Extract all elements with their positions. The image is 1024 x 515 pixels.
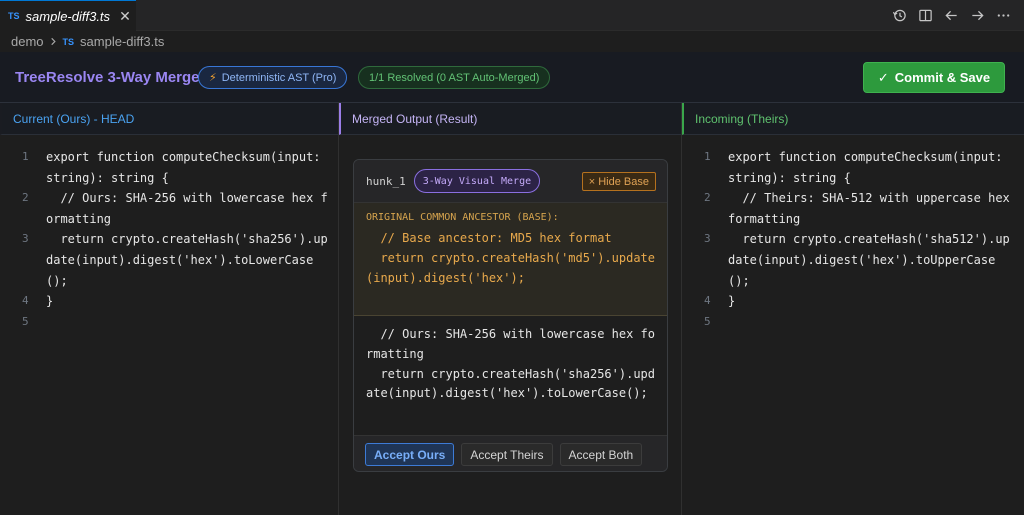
- lightning-icon: ⚡: [209, 72, 217, 84]
- pane-ours: Current (Ours) - HEAD 1 export function c…: [0, 103, 339, 515]
- pane-result-title: Merged Output (Result): [339, 103, 681, 135]
- pane-theirs: Incoming (Theirs) 1 export function compu…: [682, 103, 1024, 515]
- code-ours[interactable]: 1 export function computeChecksum(input: …: [0, 147, 338, 328]
- editor-actions: [891, 6, 1012, 25]
- breadcrumb-file[interactable]: sample-diff3.ts: [80, 34, 164, 49]
- chevron-right-icon: [49, 34, 58, 49]
- code-text: return crypto.createHash('sha512').updat…: [728, 232, 1010, 288]
- code-line: 3 return crypto.createHash('sha512').upd…: [682, 229, 1024, 291]
- accept-both-button[interactable]: Accept Both: [559, 443, 643, 466]
- accept-theirs-button[interactable]: Accept Theirs: [461, 443, 553, 466]
- commit-save-button[interactable]: ✓ Commit & Save: [863, 62, 1005, 93]
- line-number: 5: [704, 314, 711, 328]
- base-label: ORIGINAL COMMON ANCESTOR (BASE):: [366, 212, 559, 223]
- line-number: 3: [22, 232, 29, 246]
- ast-badge-label: Deterministic AST (Pro): [221, 71, 337, 84]
- code-text: export function computeChecksum(input: s…: [46, 150, 328, 185]
- base-ancestor-block: ORIGINAL COMMON ANCESTOR (BASE): // Base…: [354, 203, 667, 316]
- typescript-file-icon: TS: [8, 11, 20, 21]
- code-line: 2 // Ours: SHA-256 with lowercase hex fo…: [0, 188, 338, 229]
- more-icon[interactable]: [995, 6, 1012, 25]
- base-code-line: return crypto.createHash('md5').update(i…: [366, 250, 655, 285]
- pane-ours-title: Current (Ours) - HEAD: [0, 103, 338, 135]
- merged-code-block[interactable]: // Ours: SHA-256 with lowercase hex form…: [354, 316, 667, 436]
- code-text: }: [46, 294, 54, 309]
- tab-filename: sample-diff3.ts: [25, 8, 111, 24]
- close-tab-icon[interactable]: ✕: [119, 8, 131, 25]
- code-text: }: [728, 294, 736, 309]
- code-text: export function computeChecksum(input: s…: [728, 150, 1010, 185]
- visual-merge-badge: 3-Way Visual Merge: [413, 169, 541, 193]
- line-number: 4: [704, 294, 711, 308]
- code-line: 2 // Theirs: SHA-512 with uppercase hex …: [682, 188, 1024, 229]
- line-number: 2: [704, 191, 711, 205]
- line-number: 3: [704, 232, 711, 246]
- line-number: 1: [704, 150, 711, 163]
- base-code-line: // Base ancestor: MD5 hex format: [366, 231, 612, 245]
- resolved-status-badge: 1/1 Resolved (0 AST Auto-Merged): [358, 66, 551, 89]
- merge-hunk-card: hunk_1 3-Way Visual Merge × Hide Base OR…: [353, 159, 668, 472]
- ast-badge: ⚡ Deterministic AST (Pro): [198, 66, 348, 89]
- page-title: TreeResolve 3-Way Merge: [15, 69, 200, 86]
- line-number: 4: [22, 294, 29, 308]
- hunk-header: hunk_1 3-Way Visual Merge × Hide Base: [354, 160, 667, 203]
- code-line: 3 return crypto.createHash('sha256').upd…: [0, 229, 338, 291]
- arrow-right-icon[interactable]: [969, 6, 986, 25]
- arrow-left-icon[interactable]: [943, 6, 960, 25]
- merged-code-line: return crypto.createHash('sha256').updat…: [366, 366, 655, 401]
- code-line: 1 export function computeChecksum(input: …: [0, 147, 338, 188]
- commit-save-label: Commit & Save: [894, 70, 991, 85]
- check-icon: ✓: [877, 69, 889, 85]
- code-line: 4}: [0, 291, 338, 312]
- code-text: // Theirs: SHA-512 with uppercase hex fo…: [728, 191, 1017, 226]
- merge-header: TreeResolve 3-Way Merge ⚡ Deterministic …: [0, 52, 1024, 103]
- close-icon: ×: [588, 175, 596, 188]
- merged-code-line: // Ours: SHA-256 with lowercase hex form…: [366, 327, 655, 361]
- split-editor-icon[interactable]: [917, 6, 934, 25]
- line-number: 1: [22, 150, 29, 163]
- code-line: 1 export function computeChecksum(input: …: [682, 147, 1024, 188]
- hide-base-label: Hide Base: [598, 175, 649, 188]
- hunk-name: hunk_1: [366, 174, 406, 188]
- code-text: // Ours: SHA-256 with lowercase hex form…: [46, 191, 328, 226]
- accept-ours-button[interactable]: Accept Ours: [365, 443, 455, 466]
- pane-theirs-title: Incoming (Theirs): [682, 103, 1024, 135]
- typescript-file-icon: TS: [62, 36, 75, 47]
- code-theirs[interactable]: 1 export function computeChecksum(input: …: [682, 147, 1024, 328]
- tab-sample-diff3[interactable]: TS sample-diff3.ts ✕: [0, 0, 136, 31]
- line-number: 2: [22, 191, 29, 205]
- code-text: return crypto.createHash('sha256').updat…: [46, 232, 328, 288]
- history-icon[interactable]: [891, 6, 908, 25]
- editor-tab-bar: TS sample-diff3.ts ✕: [0, 0, 1024, 31]
- breadcrumb: demo TS sample-diff3.ts: [0, 31, 1024, 52]
- code-line: 4}: [682, 291, 1024, 312]
- breadcrumb-folder[interactable]: demo: [11, 34, 44, 49]
- hide-base-button[interactable]: × Hide Base: [581, 172, 656, 191]
- line-number: 5: [22, 314, 29, 328]
- hunk-actions: Accept Ours Accept Theirs Accept Both: [354, 436, 667, 471]
